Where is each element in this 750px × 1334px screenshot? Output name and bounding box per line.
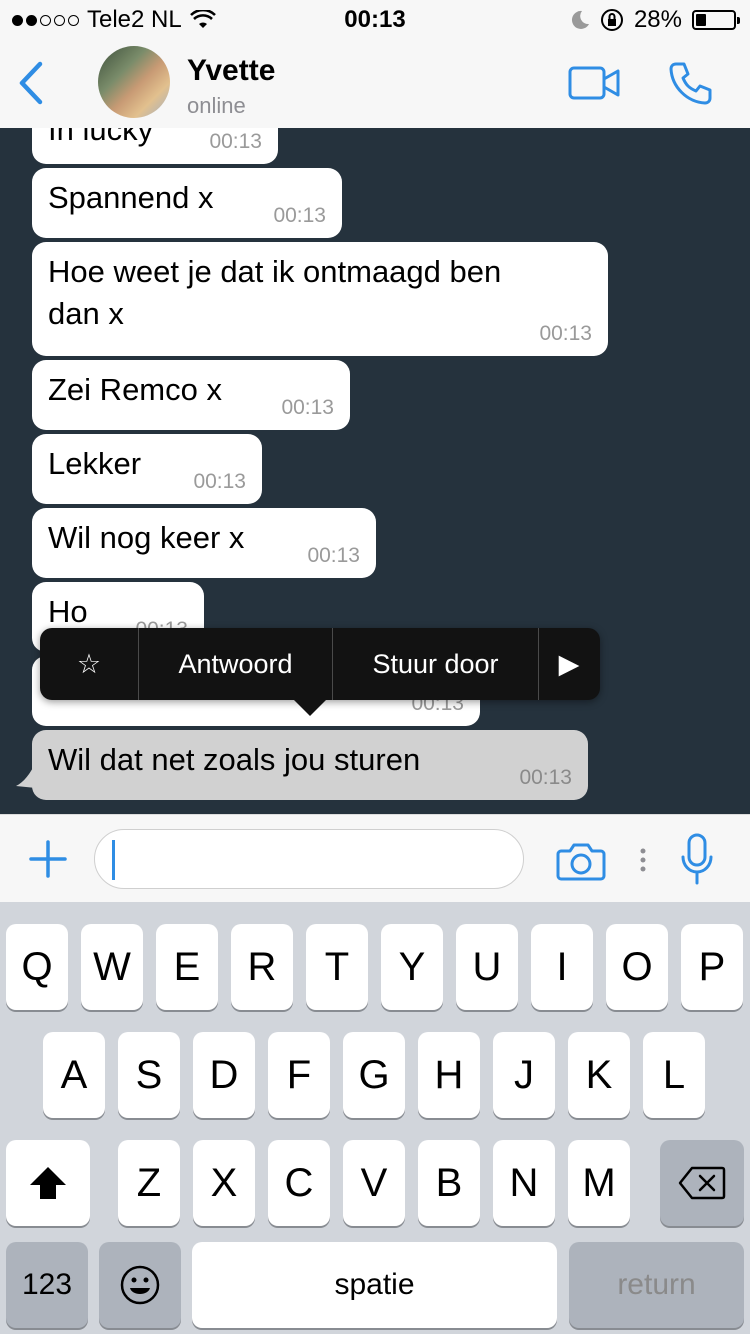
key-o[interactable]: O (606, 924, 668, 1010)
key-r[interactable]: R (231, 924, 293, 1010)
key-w[interactable]: W (81, 924, 143, 1010)
key-q[interactable]: Q (6, 924, 68, 1010)
message-time: 00:13 (307, 544, 360, 567)
key-e[interactable]: E (156, 924, 218, 1010)
key-y[interactable]: Y (381, 924, 443, 1010)
key-g[interactable]: G (343, 1032, 405, 1118)
bubble-tail-icon (16, 762, 36, 788)
message-bubble[interactable]: In lucky 00:13 (32, 128, 278, 164)
shift-icon (30, 1167, 66, 1199)
message-time: 00:13 (209, 130, 262, 153)
more-menu-arrow-icon[interactable]: ▶ (539, 628, 599, 700)
keyboard: Q W E R T Y U I O P A S D F G H J K L Z … (0, 902, 750, 1334)
numbers-key[interactable]: 123 (6, 1242, 88, 1328)
reply-menu-item[interactable]: Antwoord (139, 628, 332, 700)
camera-icon[interactable] (556, 841, 606, 881)
orientation-lock-icon (600, 9, 623, 31)
message-time: 00:13 (273, 204, 326, 227)
contact-name[interactable]: Yvette (187, 54, 275, 88)
message-time: 00:13 (539, 322, 592, 345)
message-input[interactable] (94, 829, 524, 889)
message-text: Wil dat net zoals jou sturen (48, 742, 421, 777)
delete-key[interactable] (660, 1140, 744, 1226)
emoji-key[interactable] (99, 1242, 181, 1328)
forward-menu-item[interactable]: Stuur door (333, 628, 538, 700)
battery-percent: 28% (633, 6, 682, 33)
message-bubble[interactable]: Spannend x 00:13 (32, 168, 342, 238)
key-s[interactable]: S (118, 1032, 180, 1118)
moon-icon (571, 10, 589, 29)
message-time: 00:13 (281, 396, 334, 419)
key-i[interactable]: I (531, 924, 593, 1010)
message-time: 00:13 (193, 470, 246, 493)
space-key[interactable]: spatie (192, 1242, 557, 1328)
key-x[interactable]: X (193, 1140, 255, 1226)
battery-level (696, 14, 707, 26)
key-b[interactable]: B (418, 1140, 480, 1226)
shift-key[interactable] (6, 1140, 90, 1226)
status-right: 28% (570, 6, 740, 34)
key-u[interactable]: U (456, 924, 518, 1010)
key-a[interactable]: A (43, 1032, 105, 1118)
status-bar: Tele2 NL 00:13 28% (0, 0, 750, 40)
chat-header: Yvette online (0, 40, 750, 128)
message-bubble[interactable]: Lekker 00:13 (32, 434, 262, 504)
key-h[interactable]: H (418, 1032, 480, 1118)
message-input-bar (0, 814, 750, 902)
emoji-icon (120, 1265, 160, 1305)
message-context-menu: ☆ Antwoord Stuur door ▶ (40, 628, 600, 700)
message-text: Hoe weet je dat ik ontmaagd ben dan x (48, 254, 502, 331)
text-caret (112, 840, 115, 880)
key-d[interactable]: D (193, 1032, 255, 1118)
key-p[interactable]: P (681, 924, 743, 1010)
key-z[interactable]: Z (118, 1140, 180, 1226)
message-bubble[interactable]: Zei Remco x 00:13 (32, 360, 350, 430)
key-c[interactable]: C (268, 1140, 330, 1226)
star-menu-item[interactable]: ☆ (40, 628, 138, 700)
back-chevron-icon[interactable] (16, 60, 46, 106)
video-call-icon[interactable] (568, 66, 620, 100)
more-dots-icon[interactable] (639, 847, 647, 873)
backspace-icon (678, 1166, 726, 1200)
contact-status: online (187, 93, 246, 118)
phone-call-icon[interactable] (668, 60, 714, 106)
message-bubble[interactable]: Hoe weet je dat ik ontmaagd ben dan x 00… (32, 242, 608, 356)
key-f[interactable]: F (268, 1032, 330, 1118)
microphone-icon[interactable] (680, 833, 714, 885)
return-key[interactable]: return (569, 1242, 744, 1328)
key-l[interactable]: L (643, 1032, 705, 1118)
key-v[interactable]: V (343, 1140, 405, 1226)
key-j[interactable]: J (493, 1032, 555, 1118)
menu-pointer (294, 700, 326, 716)
chat-area[interactable]: In lucky 00:13 Spannend x 00:13 Hoe weet… (0, 128, 750, 814)
key-t[interactable]: T (306, 924, 368, 1010)
contact-avatar[interactable] (98, 46, 170, 118)
key-k[interactable]: K (568, 1032, 630, 1118)
key-n[interactable]: N (493, 1140, 555, 1226)
key-m[interactable]: M (568, 1140, 630, 1226)
message-time: 00:13 (519, 766, 572, 789)
selected-message-bubble[interactable]: Wil dat net zoals jou sturen 00:13 (32, 730, 588, 800)
message-bubble[interactable]: Wil nog keer x 00:13 (32, 508, 376, 578)
plus-icon[interactable] (28, 839, 68, 879)
battery-icon (692, 10, 740, 30)
